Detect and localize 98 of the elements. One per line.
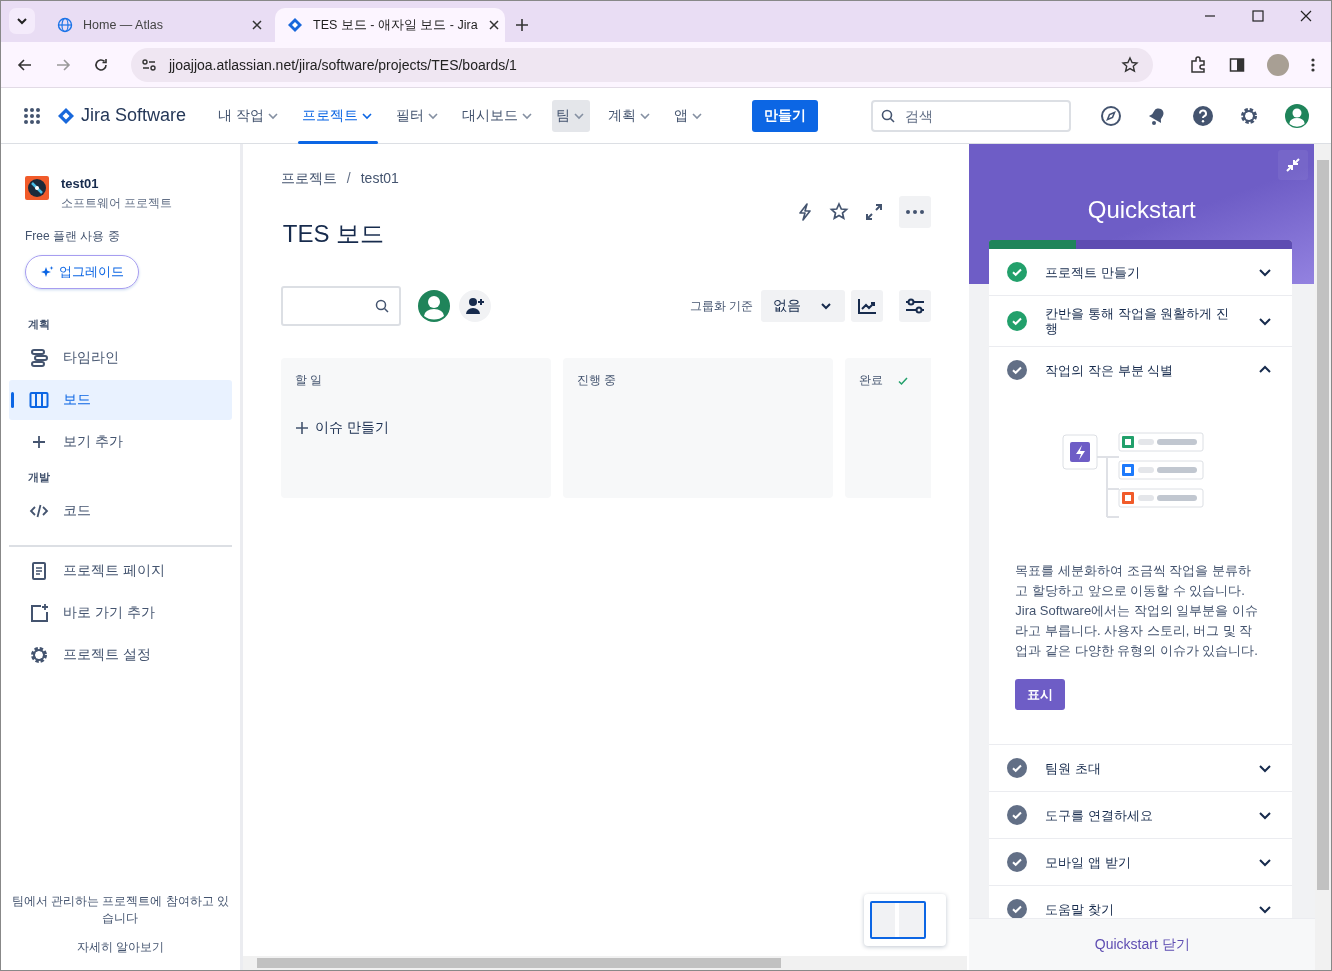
- search-field[interactable]: 검색: [871, 99, 1071, 132]
- step-title[interactable]: 팀원 초대: [1045, 760, 1241, 776]
- breadcrumb-link[interactable]: test01: [360, 170, 399, 188]
- sliders-icon: [905, 297, 926, 315]
- plus-icon: [294, 421, 309, 435]
- section-heading: 계획: [28, 317, 51, 332]
- step-title[interactable]: 모바일 앱 받기: [1045, 854, 1241, 870]
- plan-label: Free 플랜 사용 중: [25, 228, 121, 245]
- learn-more-link[interactable]: 자세히 알아보기: [9, 939, 232, 956]
- project-type: 소프트웨어 프로젝트: [61, 195, 173, 212]
- nav-menu-item[interactable]: 대시보드: [457, 99, 538, 132]
- tab-title: Home — Atlas: [83, 18, 164, 32]
- settings-icon: [29, 645, 49, 665]
- add-user-icon: [464, 296, 485, 316]
- tab-title: TES 보드 - 애자일 보드 - Jira: [313, 16, 478, 34]
- add-people-button[interactable]: [458, 290, 491, 322]
- puzzle-icon[interactable]: [1189, 55, 1207, 74]
- nav-menu-item[interactable]: 팀: [551, 99, 590, 132]
- add-shortcut-icon: [29, 603, 49, 623]
- group-by-label: 그룹화 기준: [689, 297, 754, 315]
- sidebar-item[interactable]: 코드: [9, 491, 232, 531]
- board-minimap[interactable]: [863, 894, 946, 946]
- step-title[interactable]: 도구를 연결하세요: [1045, 807, 1241, 823]
- board-search-field[interactable]: [280, 286, 401, 326]
- search-icon: [881, 108, 895, 123]
- app-switcher-icon[interactable]: [23, 106, 41, 125]
- info-text: 팀에서 관리하는 프로젝트에 참여하고 있습니다: [10, 893, 231, 927]
- browser-tab[interactable]: Home — Atlas: [45, 8, 275, 42]
- column-title: 완료: [858, 372, 883, 389]
- quickstart-title: Quickstart: [1086, 196, 1197, 224]
- diamond-icon: [287, 17, 303, 33]
- reload-icon[interactable]: [93, 56, 109, 73]
- site-settings-icon[interactable]: [141, 56, 157, 73]
- diamond-logo-icon: [57, 106, 75, 125]
- view-settings-button[interactable]: [899, 290, 932, 322]
- breadcrumb-link[interactable]: 프로젝트: [280, 170, 337, 188]
- more-icon: [906, 210, 925, 214]
- sidebar-item[interactable]: 타임라인: [9, 338, 232, 378]
- back-icon[interactable]: [17, 56, 33, 73]
- user-avatar-icon[interactable]: [416, 289, 451, 323]
- sparkle-icon: [40, 265, 54, 279]
- browser-tab[interactable]: TES 보드 - 애자일 보드 - Jira: [275, 8, 505, 42]
- close-quickstart-link[interactable]: Quickstart 닫기: [1094, 935, 1190, 954]
- section-heading: 개발: [28, 470, 51, 485]
- nav-menu-item[interactable]: 필터: [391, 99, 444, 132]
- timeline-icon: [29, 348, 49, 368]
- globe-icon: [57, 17, 73, 33]
- product-name[interactable]: Jira Software: [81, 105, 187, 126]
- side-panel-icon[interactable]: [1229, 56, 1245, 73]
- column-title: 진행 중: [576, 372, 617, 389]
- lightning-icon[interactable]: [797, 203, 814, 221]
- collapse-icon: [1285, 157, 1302, 173]
- page-icon: [29, 561, 49, 581]
- create-issue-button[interactable]: 이슈 만들기: [294, 419, 389, 437]
- sidebar-item[interactable]: 바로 가기 추가: [9, 593, 232, 633]
- sidebar-item[interactable]: 프로젝트 설정: [9, 635, 232, 675]
- expand-icon[interactable]: [865, 203, 884, 221]
- close-icon[interactable]: [1299, 8, 1313, 23]
- show-button[interactable]: 표시: [1015, 679, 1066, 710]
- url-text: jjoajjoa.atlassian.net/jira/software/projects/TES/boards/1: [169, 56, 518, 73]
- minimize-button[interactable]: [1278, 150, 1309, 180]
- step-title[interactable]: 칸반을 통해 작업을 원활하게 진행: [1045, 306, 1241, 336]
- address-bar[interactable]: jjoajjoa.atlassian.net/jira/software/projects/TES/boards/1: [131, 47, 1153, 82]
- chart-icon: [857, 297, 878, 315]
- step-title[interactable]: 프로젝트 만들기: [1045, 264, 1241, 280]
- close-icon[interactable]: [487, 19, 500, 31]
- breadcrumb-separator: /: [346, 170, 351, 188]
- search-icon: [374, 299, 389, 313]
- more-button[interactable]: [899, 196, 932, 228]
- maximize-icon[interactable]: [1251, 8, 1265, 23]
- star-icon[interactable]: [1121, 55, 1139, 74]
- step-description: 목표를 세분화하여 조금씩 작업을 분류하고 할당하고 앞으로 이동할 수 있습니다. Jira Software에서는 작업의 일부분을 이슈라고 부릅니다. 사용자 스토리, 버그 및 작업과 같은 다양한 유형의 이슈가 있습니다.: [1015, 562, 1259, 660]
- star-icon[interactable]: [829, 202, 850, 222]
- tab-list-button[interactable]: [9, 8, 35, 34]
- project-avatar-icon: [25, 176, 49, 200]
- plus-icon[interactable]: [515, 18, 529, 32]
- project-name[interactable]: test01: [61, 176, 173, 191]
- column-title: 할 일: [294, 372, 323, 389]
- nav-menu-item[interactable]: 앱: [669, 99, 708, 132]
- nav-menu-item[interactable]: 내 작업: [214, 99, 284, 132]
- close-icon[interactable]: [251, 19, 263, 31]
- sidebar-item[interactable]: 프로젝트 페이지: [9, 551, 232, 591]
- insights-button[interactable]: [851, 290, 884, 322]
- avatar-icon[interactable]: [1284, 102, 1310, 129]
- step-title[interactable]: 도움말 찾기: [1045, 901, 1241, 917]
- board-icon: [29, 390, 49, 410]
- step-title[interactable]: 작업의 작은 부분 식별: [1045, 362, 1241, 378]
- more-icon[interactable]: [1311, 56, 1315, 73]
- group-by-select[interactable]: 없음: [761, 290, 846, 322]
- sidebar-item[interactable]: 보기 추가: [9, 422, 232, 462]
- create-button[interactable]: 만들기: [751, 99, 818, 132]
- help-icon[interactable]: [1192, 104, 1214, 127]
- board-title: TES 보드: [282, 219, 385, 249]
- sidebar-item[interactable]: 보드: [9, 380, 232, 420]
- nav-menu-item[interactable]: 계획: [603, 99, 656, 132]
- horizontal-scrollbar[interactable]: [242, 956, 968, 970]
- forward-icon[interactable]: [55, 56, 71, 73]
- compass-icon[interactable]: [1100, 104, 1122, 127]
